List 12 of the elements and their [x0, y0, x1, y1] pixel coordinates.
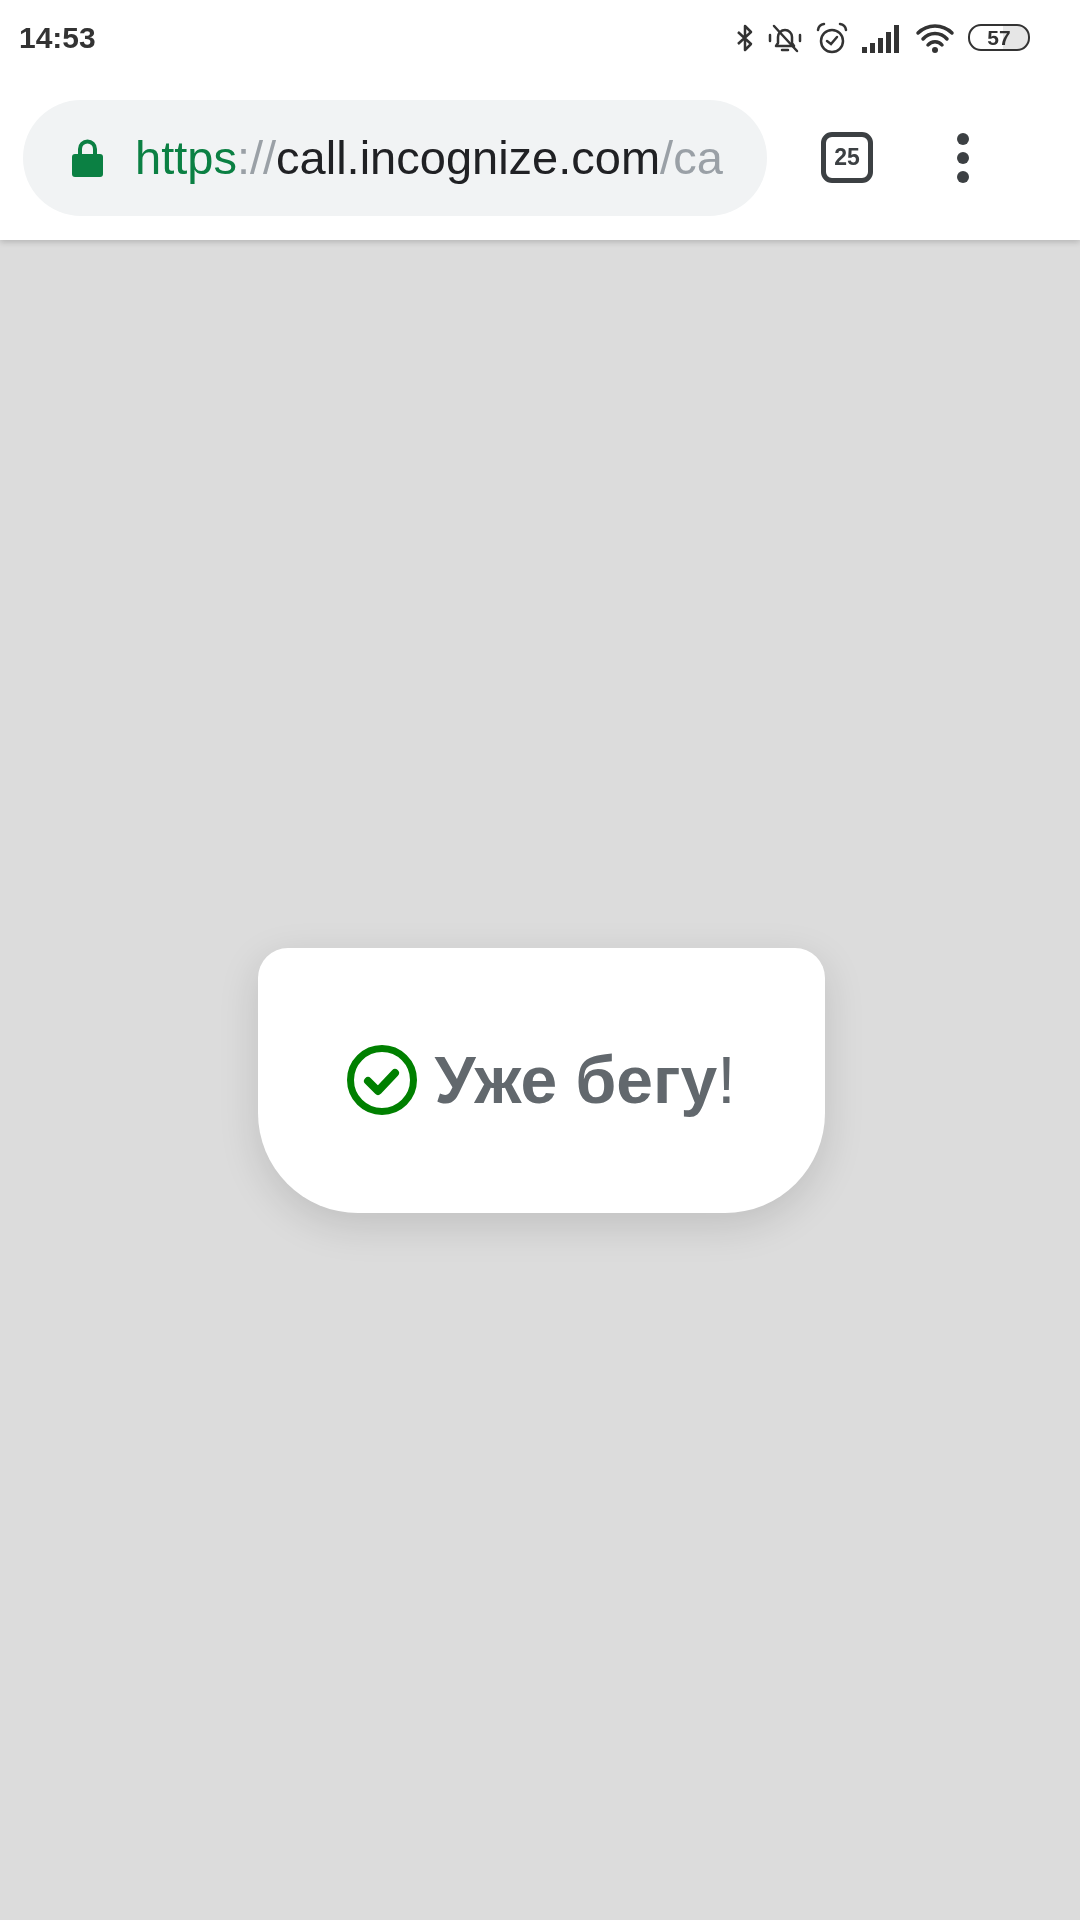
signal-bars-icon: [862, 22, 902, 53]
clock-time: 14:53: [19, 22, 96, 53]
tab-switcher-button[interactable]: 25: [821, 132, 873, 183]
lock-icon: [72, 138, 103, 177]
bluetooth-icon: [735, 22, 755, 53]
alarm-clock-icon: [815, 21, 849, 54]
wifi-icon: [915, 22, 955, 53]
battery-indicator: 57: [968, 24, 1030, 51]
muted-bell-icon: [768, 22, 802, 53]
address-bar[interactable]: https://call.incognize.com/ca: [23, 99, 767, 216]
check-circle-icon: [347, 1045, 418, 1115]
vertical-dots-icon: [957, 132, 969, 183]
